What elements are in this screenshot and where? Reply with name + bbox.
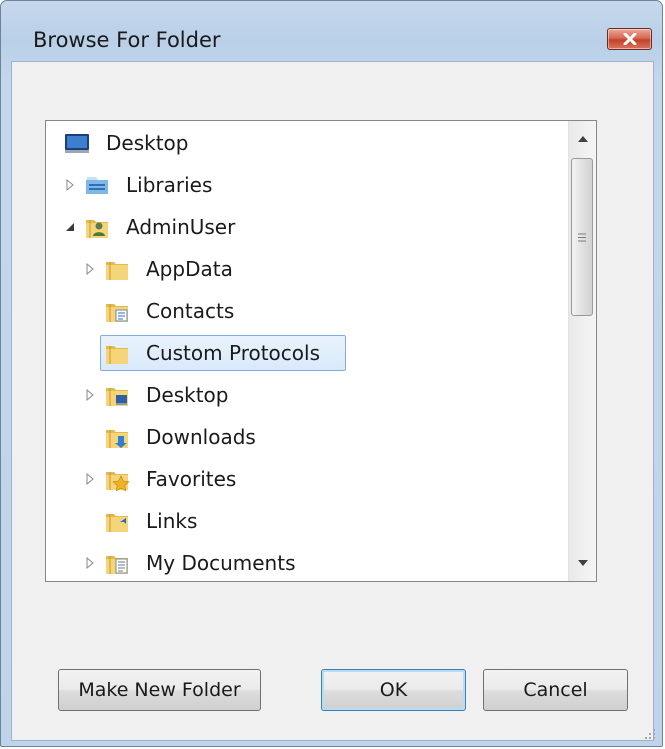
tree-item-label: Downloads (146, 425, 256, 449)
resize-grip-icon[interactable] (642, 726, 656, 740)
grip-lines-icon (578, 233, 586, 241)
cancel-button[interactable]: Cancel (483, 669, 628, 711)
tree-item-links[interactable]: Links (46, 503, 569, 539)
scroll-down-icon (577, 560, 588, 566)
ok-button[interactable]: OK (321, 669, 466, 711)
scroll-up-button[interactable] (569, 121, 596, 157)
tree-item-favorites[interactable]: Favorites (46, 461, 569, 497)
desktop-folder-icon (104, 382, 130, 408)
tree-item-custom-protocols[interactable]: Custom Protocols (46, 335, 569, 371)
collapse-arrow-icon[interactable] (64, 221, 76, 233)
favorites-folder-icon (104, 466, 130, 492)
tree-item-label: Favorites (146, 467, 237, 491)
expand-arrow-icon[interactable] (84, 263, 96, 275)
tree-item-label: AppData (146, 257, 233, 281)
tree-item-label: Contacts (146, 299, 235, 323)
make-new-folder-button[interactable]: Make New Folder (58, 669, 261, 711)
tree-item-desktop[interactable]: Desktop (46, 125, 569, 161)
scroll-thumb[interactable] (571, 158, 593, 316)
make-new-folder-label: Make New Folder (78, 679, 241, 701)
expand-arrow-icon[interactable] (64, 179, 76, 191)
desktop-icon (64, 130, 90, 156)
tree-item-label: My Documents (146, 551, 296, 575)
folder-tree[interactable]: Desktop Libraries AdminUser AppData Contacts… (45, 120, 597, 582)
close-icon (623, 33, 636, 45)
tree-item-downloads[interactable]: Downloads (46, 419, 569, 455)
title-bar[interactable]: Browse For Folder (1, 1, 662, 52)
tree-item-desktop[interactable]: Desktop (46, 377, 569, 413)
tree-item-contacts[interactable]: Contacts (46, 293, 569, 329)
browse-for-folder-dialog: Browse For Folder Desktop Libraries AdminU… (0, 0, 663, 747)
downloads-folder-icon (104, 424, 130, 450)
links-folder-icon (104, 508, 130, 534)
vertical-scrollbar[interactable] (568, 121, 596, 581)
folder-icon (104, 256, 130, 282)
tree-item-my-documents[interactable]: My Documents (46, 545, 569, 581)
libraries-icon (84, 172, 110, 198)
tree-item-label: Desktop (146, 383, 229, 407)
tree-item-label: Desktop (106, 131, 189, 155)
cancel-label: Cancel (523, 679, 588, 701)
dialog-title: Browse For Folder (33, 28, 221, 52)
tree-item-label: Custom Protocols (146, 341, 320, 365)
expand-arrow-icon[interactable] (84, 557, 96, 569)
ok-label: OK (379, 679, 408, 701)
scroll-down-button[interactable] (569, 545, 596, 581)
tree-item-label: Links (146, 509, 198, 533)
scroll-up-icon (577, 136, 588, 142)
folder-icon (104, 340, 130, 366)
tree-item-label: Libraries (126, 173, 213, 197)
expand-arrow-icon[interactable] (84, 389, 96, 401)
user-folder-icon (84, 214, 110, 240)
tree-item-libraries[interactable]: Libraries (46, 167, 569, 203)
close-button[interactable] (607, 28, 652, 50)
tree-item-label: AdminUser (126, 215, 236, 239)
tree-item-appdata[interactable]: AppData (46, 251, 569, 287)
contacts-folder-icon (104, 298, 130, 324)
expand-arrow-icon[interactable] (84, 473, 96, 485)
folder-tree-rows: Desktop Libraries AdminUser AppData Contacts… (46, 121, 569, 581)
tree-item-adminuser[interactable]: AdminUser (46, 209, 569, 245)
documents-folder-icon (104, 550, 130, 576)
